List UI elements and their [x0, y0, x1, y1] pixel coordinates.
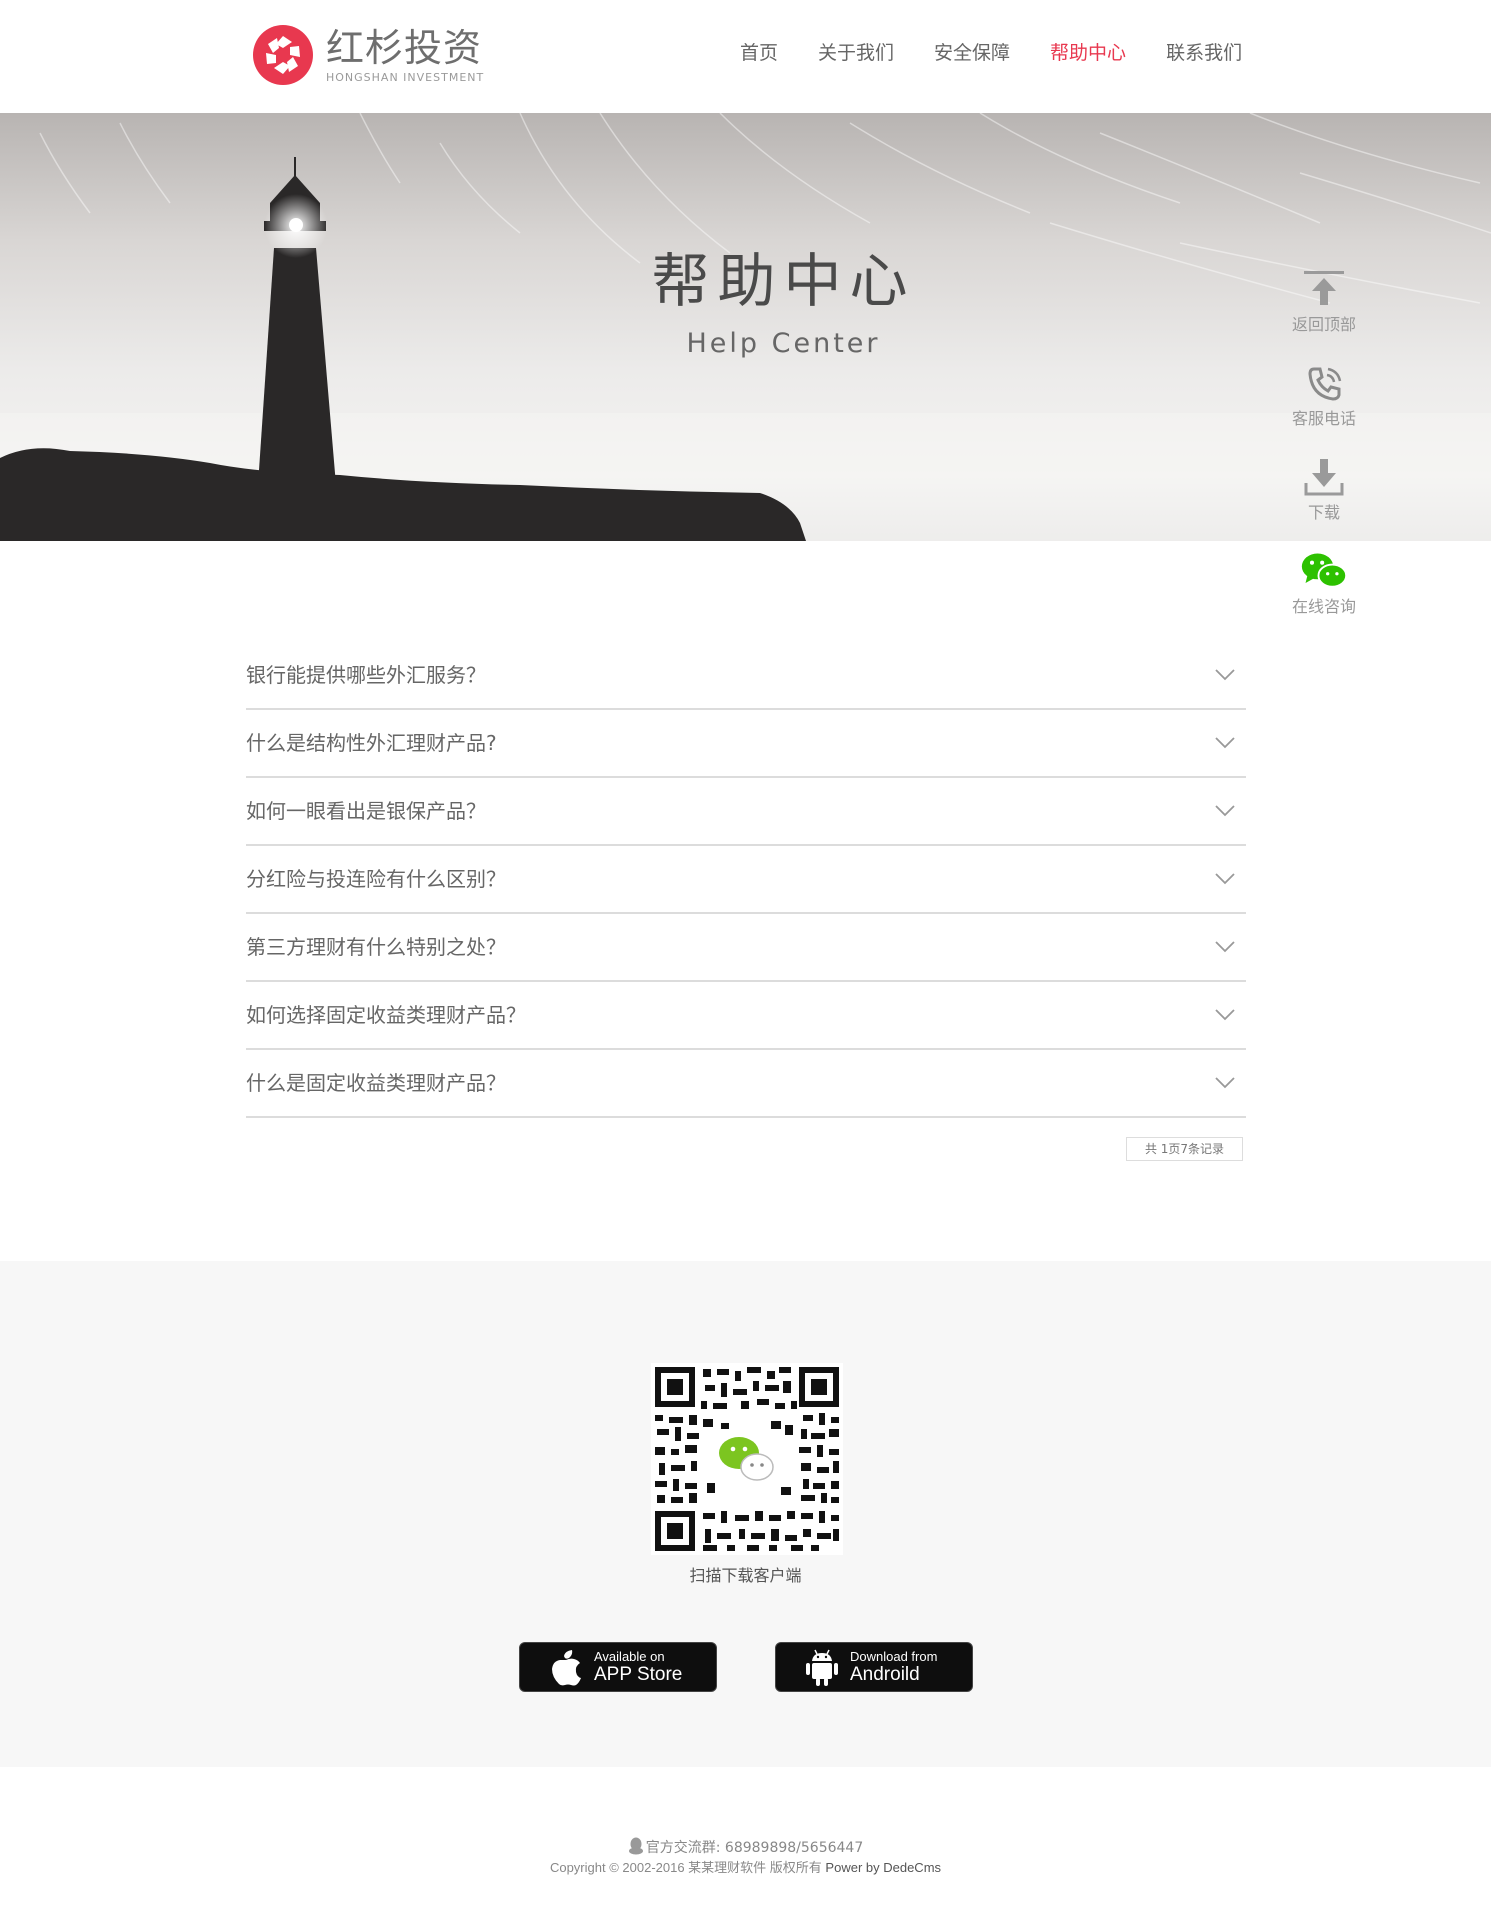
- faq-question: 银行能提供哪些外汇服务？: [246, 663, 486, 687]
- chevron-down-icon: [1215, 737, 1235, 749]
- phone-icon: [1308, 367, 1342, 401]
- faq-list: 银行能提供哪些外汇服务？ 什么是结构性外汇理财产品? 如何一眼看出是银保产品？ …: [246, 642, 1246, 1118]
- floating-toolbar: 返回顶部 客服电话 下载 在线咨询: [1276, 266, 1372, 642]
- site-header: 红杉投资 HONGSHAN INVESTMENT 首页 关于我们 安全保障 帮助…: [0, 0, 1491, 113]
- chevron-down-icon: [1215, 941, 1235, 953]
- chevron-down-icon: [1215, 805, 1235, 817]
- faq-question: 什么是结构性外汇理财产品?: [246, 731, 497, 755]
- footer-powered-by[interactable]: Power by DedeCms: [825, 1860, 941, 1875]
- footer-qq-group: 官方交流群: 68989898/5656447: [645, 1840, 864, 1856]
- online-consult-button[interactable]: 在线咨询: [1276, 548, 1372, 642]
- faq-item[interactable]: 如何一眼看出是银保产品？: [246, 778, 1246, 846]
- main-nav: 首页 关于我们 安全保障 帮助中心 联系我们: [740, 40, 1282, 66]
- online-consult-label: 在线咨询: [1291, 597, 1356, 616]
- qq-penguin-icon: [628, 1837, 643, 1855]
- download-section: 扫描下载客户端 Available on APP Store Download …: [0, 1261, 1491, 1767]
- app-store-line1: Available on: [594, 1649, 665, 1664]
- footer-copyright: Copyright © 2002-2016 某某理财软件 版权所有: [549, 1860, 822, 1875]
- download-label: 下载: [1307, 503, 1340, 522]
- faq-item[interactable]: 什么是结构性外汇理财产品?: [246, 710, 1246, 778]
- back-to-top-button[interactable]: 返回顶部: [1276, 266, 1372, 360]
- site-footer: 官方交流群: 68989898/5656447 Copyright © 2002…: [0, 1767, 1491, 1905]
- footer-qq-row: 官方交流群: 68989898/5656447: [0, 1837, 1491, 1858]
- faq-item[interactable]: 分红险与投连险有什么区别？: [246, 846, 1246, 914]
- faq-question: 如何一眼看出是银保产品？: [246, 799, 486, 823]
- download-icon: [1304, 459, 1344, 496]
- faq-item[interactable]: 如何选择固定收益类理财产品？: [246, 982, 1246, 1050]
- app-store-button[interactable]: Available on APP Store: [519, 1642, 717, 1692]
- logo-title: 红杉投资: [326, 26, 483, 70]
- faq-item[interactable]: 第三方理财有什么特别之处？: [246, 914, 1246, 982]
- customer-phone-button[interactable]: 客服电话: [1276, 360, 1372, 454]
- hero-banner: 帮助中心 Help Center: [0, 113, 1491, 541]
- android-download-button[interactable]: Download from Androild: [775, 1642, 973, 1692]
- nav-help-center[interactable]: 帮助中心: [1050, 40, 1126, 66]
- pagination-info: 共 1页7条记录: [1126, 1137, 1243, 1161]
- chevron-down-icon: [1215, 873, 1235, 885]
- android-icon: [806, 1649, 838, 1686]
- chevron-down-icon: [1215, 1009, 1235, 1021]
- banner-title: 帮助中心: [651, 247, 916, 315]
- nav-home[interactable]: 首页: [740, 40, 778, 66]
- logo[interactable]: 红杉投资 HONGSHAN INVESTMENT: [252, 24, 484, 86]
- apple-icon: [552, 1650, 581, 1686]
- back-to-top-label: 返回顶部: [1291, 315, 1356, 334]
- chevron-down-icon: [1215, 669, 1235, 681]
- banner-subtitle: Help Center: [686, 328, 881, 359]
- wechat-icon: [1301, 553, 1348, 588]
- customer-phone-label: 客服电话: [1291, 409, 1356, 428]
- qr-caption: 扫描下载客户端: [689, 1566, 802, 1585]
- faq-question: 什么是固定收益类理财产品？: [246, 1071, 506, 1095]
- logo-aperture-icon: [253, 25, 313, 85]
- nav-about[interactable]: 关于我们: [818, 40, 894, 66]
- arrow-up-icon: [1304, 271, 1344, 305]
- android-line1: Download from: [850, 1649, 938, 1664]
- faq-question: 分红险与投连险有什么区别？: [246, 867, 506, 891]
- chevron-down-icon: [1215, 1077, 1235, 1089]
- faq-item[interactable]: 银行能提供哪些外汇服务？: [246, 642, 1246, 710]
- android-line2: Androild: [850, 1664, 920, 1685]
- footer-copyright-row: Copyright © 2002-2016 某某理财软件 版权所有 Power …: [0, 1858, 1491, 1878]
- nav-security[interactable]: 安全保障: [934, 40, 1010, 66]
- download-button[interactable]: 下载: [1276, 454, 1372, 548]
- download-qr-code: [651, 1363, 843, 1555]
- nav-contact[interactable]: 联系我们: [1166, 40, 1242, 66]
- faq-question: 第三方理财有什么特别之处？: [246, 935, 506, 959]
- app-store-line2: APP Store: [594, 1664, 683, 1685]
- faq-question: 如何选择固定收益类理财产品？: [246, 1003, 526, 1027]
- faq-item[interactable]: 什么是固定收益类理财产品？: [246, 1050, 1246, 1118]
- logo-subtitle: HONGSHAN INVESTMENT: [326, 71, 485, 84]
